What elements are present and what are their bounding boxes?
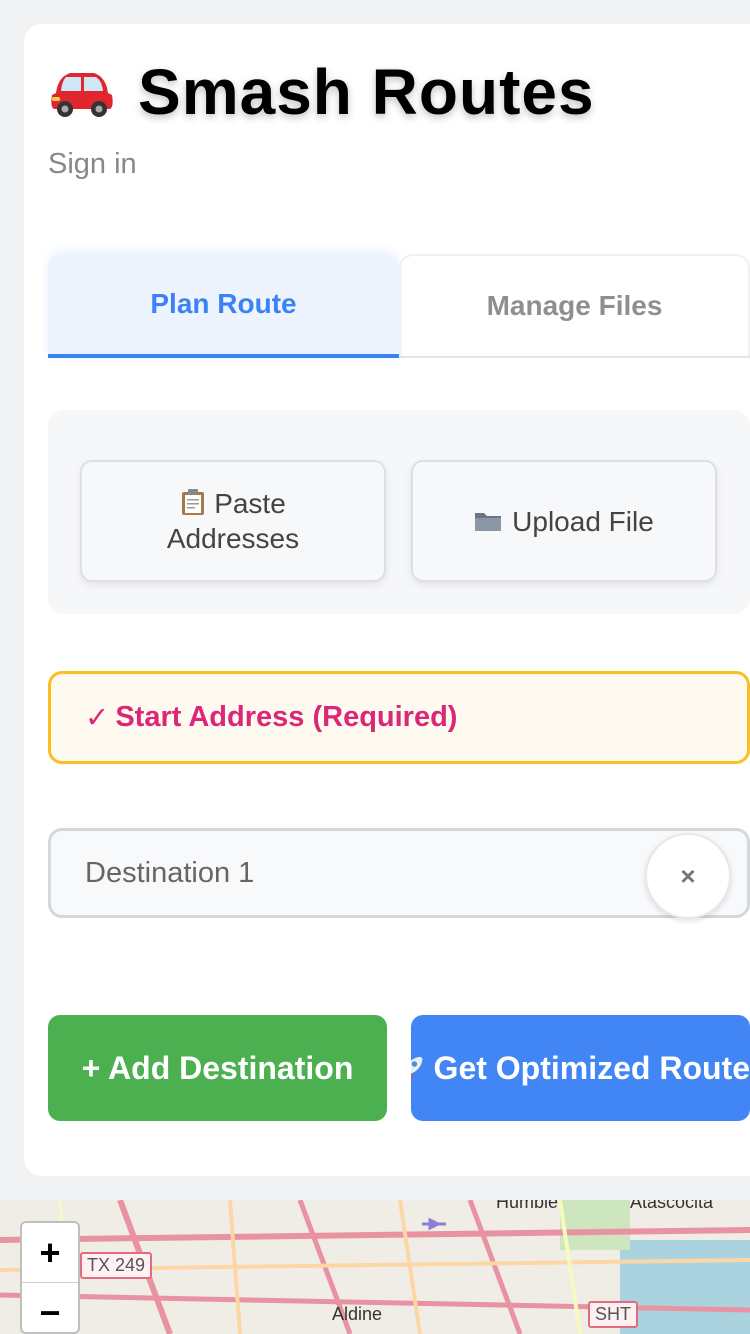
add-destination-button[interactable]: + Add Destination <box>48 1015 387 1121</box>
map-label-atascocita: Atascocita <box>630 1200 714 1212</box>
destination-field: × <box>48 828 750 919</box>
shield-sht: SHT <box>588 1301 638 1328</box>
map-label-humble: Humble <box>496 1200 559 1212</box>
route-map[interactable]: Humble Atascocita Aldine TX 249 SHT <box>0 1200 750 1334</box>
paste-label-line1: Paste <box>214 488 286 519</box>
clear-destination-button[interactable]: × <box>645 833 731 919</box>
paste-label-line1-row: Paste <box>180 486 286 521</box>
sign-in-link[interactable]: Sign in <box>48 148 137 181</box>
folder-icon <box>475 513 502 531</box>
zoom-in-button[interactable]: + <box>22 1223 78 1283</box>
map-zoom-control: + − <box>20 1221 80 1334</box>
clipboard-icon <box>182 489 205 515</box>
import-panel: Paste Addresses Upload File <box>48 410 750 614</box>
start-address-field[interactable]: ✓ Start Address (Required) <box>48 671 750 764</box>
zoom-out-button[interactable]: − <box>22 1283 78 1334</box>
tab-bar: Plan Route Manage Files <box>48 254 750 358</box>
app-title: Smash Routes <box>48 52 595 132</box>
shield-tx249: TX 249 <box>80 1252 153 1279</box>
tab-manage-files[interactable]: Manage Files <box>399 254 750 356</box>
upload-label: Upload File <box>512 505 654 537</box>
start-address-label: Start Address (Required) <box>115 701 458 733</box>
map-label-aldine: Aldine <box>332 1304 383 1324</box>
upload-file-button[interactable]: Upload File <box>411 460 717 582</box>
car-icon <box>51 73 113 117</box>
app-title-text: Smash Routes <box>138 56 595 128</box>
optimize-label: Get Optimized Route <box>433 1049 750 1086</box>
destination-1-input[interactable] <box>51 831 631 915</box>
paste-addresses-button[interactable]: Paste Addresses <box>80 460 386 582</box>
get-optimized-route-button[interactable]: Get Optimized Route <box>411 1015 750 1121</box>
tab-plan-route[interactable]: Plan Route <box>48 254 399 358</box>
paste-label-line2: Addresses <box>166 523 300 554</box>
check-icon: ✓ <box>85 702 110 734</box>
rocket-icon <box>411 1056 423 1078</box>
